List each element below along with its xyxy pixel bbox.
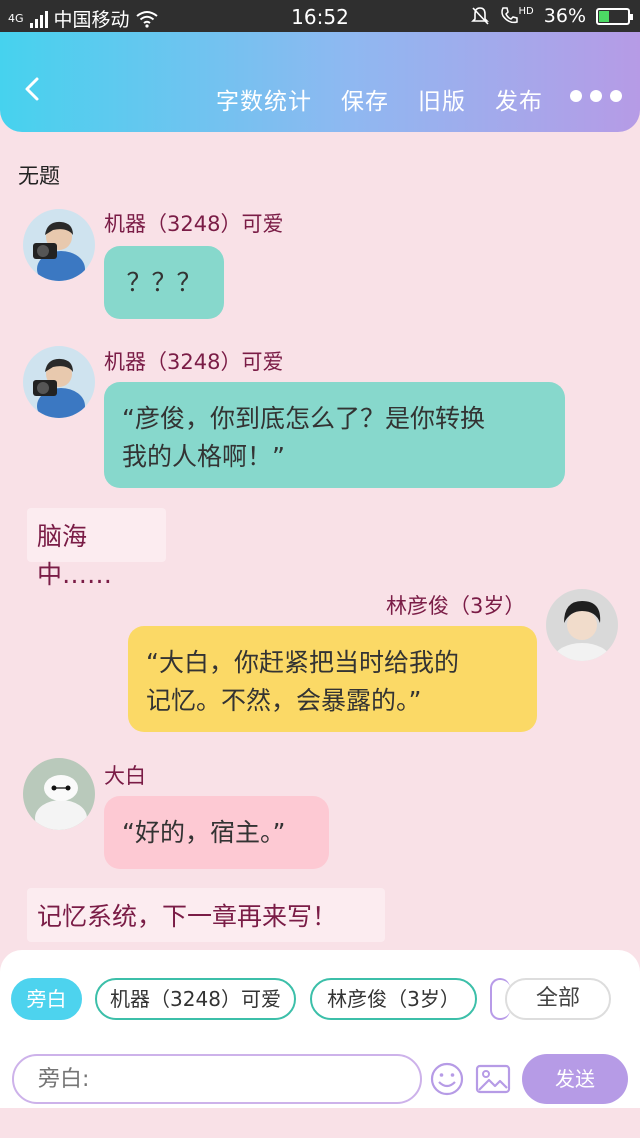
save-button[interactable]: 保存: [341, 82, 389, 116]
message-bubble[interactable]: “彦俊，你到底怎么了？是你转换 我的人格啊！”: [104, 382, 565, 488]
document-title[interactable]: 无题: [18, 160, 60, 190]
message-bubble[interactable]: ？？？: [104, 246, 224, 319]
speaker-name: 机器（3248）可爱: [104, 212, 284, 236]
narration-block[interactable]: 记忆系统，下一章再来写！: [27, 888, 385, 942]
battery-icon: [596, 7, 633, 25]
avatar-baymax-icon: [23, 758, 95, 830]
narration-block[interactable]: 脑海中……: [27, 508, 166, 589]
message-line: 我的人格啊！”: [122, 442, 285, 471]
more-icon[interactable]: [570, 90, 622, 102]
chip-character-lin[interactable]: 林彦俊（3岁）: [310, 978, 477, 1020]
message-line: “大白，你赶紧把当时给我的: [146, 648, 459, 677]
message-bubble[interactable]: “好的，宿主。”: [104, 796, 329, 869]
speaker-name: 机器（3248）可爱: [104, 350, 284, 374]
hd-label: HD: [518, 6, 534, 17]
chip-character-robot[interactable]: 机器（3248）可爱: [95, 978, 296, 1020]
old-version-button[interactable]: 旧版: [418, 82, 466, 116]
avatar-boy-icon: [546, 589, 618, 661]
avatar[interactable]: [546, 589, 618, 661]
avatar-photographer-icon: [23, 346, 95, 418]
message-line: 记忆。不然，会暴露的。”: [146, 686, 422, 715]
avatar[interactable]: [23, 758, 95, 830]
emoji-icon[interactable]: [428, 1060, 466, 1098]
image-icon[interactable]: [474, 1060, 512, 1098]
bottom-strip: [0, 1108, 640, 1138]
avatar-photographer-icon: [23, 209, 95, 281]
chip-all[interactable]: 全部: [505, 978, 611, 1020]
battery-percent: 36%: [543, 5, 586, 27]
status-bar: 4G 中国移动 16:52 HD 36%: [0, 0, 640, 32]
avatar[interactable]: [23, 346, 95, 418]
message-input[interactable]: [12, 1054, 422, 1104]
back-arrow-icon[interactable]: [20, 76, 46, 102]
word-count-button[interactable]: 字数统计: [216, 82, 312, 116]
avatar[interactable]: [23, 209, 95, 281]
top-app-bar: 字数统计 保存 旧版 发布: [0, 32, 640, 132]
phone-icon: [500, 7, 518, 24]
chip-narrator[interactable]: 旁白: [11, 978, 82, 1020]
speaker-name: 林彦俊（3岁）: [386, 594, 526, 618]
message-line: “彦俊，你到底怎么了？是你转换: [122, 404, 485, 433]
message-bubble[interactable]: “大白，你赶紧把当时给我的 记忆。不然，会暴露的。”: [128, 626, 537, 732]
speaker-name: 大白: [104, 764, 146, 788]
send-button[interactable]: 发送: [522, 1054, 628, 1104]
publish-button[interactable]: 发布: [495, 82, 543, 116]
bell-mute-icon: [470, 7, 489, 25]
